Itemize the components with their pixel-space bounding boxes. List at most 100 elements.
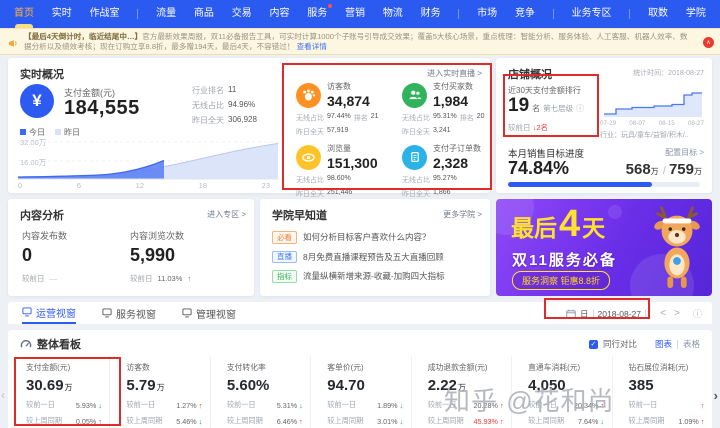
realtime-side-stats: 行业排名 11 无线占比 94.96% 昨日全天 306,928 (192, 85, 282, 130)
metric-meta: 无线占比 98.60% (296, 175, 351, 184)
toggle-chart-view[interactable]: 图表 (655, 338, 672, 350)
academy-list: 必看 如何分析目标客户喜欢什么内容？ 直播 8月免费直播课程预告及五大直播回顾 指标… (272, 231, 482, 290)
banner-subtitle: 双11服务必备 (512, 252, 617, 269)
metric-value: 34,874 (327, 93, 370, 109)
nav-item-products[interactable]: 商品 (194, 0, 214, 28)
academy-item[interactable]: 直播 8月免费直播课程预告及五大直播回顾 (272, 250, 482, 263)
rank-value: 19 (508, 95, 530, 116)
nav-item-finance[interactable]: 财务 (421, 0, 441, 28)
academy-more-link[interactable]: 更多学院 > (443, 209, 482, 220)
industry-label: 行业：玩具/童车/益智/积木/.. (600, 132, 689, 139)
metric-tile-pageviews[interactable]: 浏览量 151,300 无线占比 98.60% 昨日全天 251,446 (282, 136, 384, 198)
nav-item-service[interactable]: 服务 (307, 0, 333, 28)
realtime-area-chart (17, 138, 279, 180)
buyers-icon (402, 82, 427, 108)
content-views-metric: 内容浏览次数 5,990 较前日 11.03% ↑ (130, 231, 192, 283)
shop-level: 第七层级 (543, 104, 574, 113)
metric-name: 访客数 (327, 82, 351, 91)
nav-item-bizzone[interactable]: 业务专区 (572, 0, 612, 28)
metric-tile-buyers[interactable]: 支付买家数 1,984 无线占比 95.31% 排名 20 昨日全天 3,241 (388, 74, 490, 136)
tab-operations-view[interactable]: 运营视窗 (22, 302, 76, 324)
metric-name: 浏览量 (327, 144, 351, 153)
notice-detail-link[interactable]: 查看详情 (297, 42, 327, 51)
notice-bar: 【最后4天倒计时，临近结尾中…】官方最新效果周报，双11必备报告工具，可实时计算… (0, 28, 720, 55)
metric-tile-visitors[interactable]: 访客数 34,874 无线占比 97.44% 排名 21 昨日全天 57,919 (282, 74, 384, 136)
nav-item-home[interactable]: 首页 (14, 0, 34, 28)
metric-meta: 无线占比 95.31% 排名 20 (402, 113, 485, 122)
shop-overview-panel: 店铺概况 统计时间：2018-08-27 近30天支付金额排行 19 名 第七层… (496, 58, 712, 193)
banner-offer-pill: 服务洞察 钜惠8.8折 (512, 271, 611, 290)
date-info-icon[interactable]: ⓘ (693, 302, 702, 325)
nav-divider (629, 9, 631, 19)
nav-item-content[interactable]: 内容 (269, 0, 289, 28)
top-nav: 首页 实时 作战室 流量 商品 交易 内容 服务 营销 物流 财务 市场 竞争 … (0, 0, 720, 28)
metric-value: 151,300 (327, 155, 378, 171)
cards-scroll-right[interactable]: › (714, 388, 718, 403)
kpi-card-diamond-spend[interactable]: 钻石展位消耗(元) 385 较前一日 ↑ 较上周同期 1.09% ↑ (613, 356, 712, 428)
banner-headline: 最后 4 天 (511, 203, 606, 245)
panel-title: 店铺概况 (508, 69, 552, 81)
nav-item-logistics[interactable]: 物流 (383, 0, 403, 28)
nav-item-realtime[interactable]: 实时 (52, 0, 72, 28)
nav-item-marketing[interactable]: 营销 (345, 0, 365, 28)
toggle-table-view[interactable]: 表格 (683, 338, 700, 350)
promo-banner[interactable]: 最后 4 天 双11服务必备 服务洞察 钜惠8.8折 (496, 199, 712, 296)
realtime-overview-panel: 实时概况 进入实时直播 > ¥ 支付金额(元) 184,555 行业排名 11 无… (8, 58, 490, 198)
tag-metric: 指标 (272, 270, 297, 283)
academy-panel: 学院早知道 更多学院 > 必看 如何分析目标客户喜欢什么内容？ 直播 8月免费直播课… (260, 199, 490, 296)
tab-management-view[interactable]: 管理视窗 (182, 302, 236, 324)
realtime-metric-tiles: 访客数 34,874 无线占比 97.44% 排名 21 昨日全天 57,919 支付买… (282, 74, 490, 198)
date-next-button[interactable]: > (674, 302, 680, 325)
tag-live: 直播 (272, 250, 297, 263)
academy-item[interactable]: 必看 如何分析目标客户喜欢什么内容？ (272, 231, 482, 244)
nav-item-data[interactable]: 取数 (648, 0, 668, 28)
metric-name: 支付子订单数 (433, 144, 481, 153)
academy-item[interactable]: 指标 流量纵横新增来源-收藏-加购四大指标 (272, 270, 482, 283)
nav-item-academy[interactable]: 学院 (686, 0, 706, 28)
kpi-card-pay-amount[interactable]: 支付金额(元) 30.69万 较前一日 5.93% ↓ 较上周同期 0.05% ↑ (8, 356, 111, 428)
date-value[interactable]: 2018-08-27 (598, 309, 641, 319)
date-picker[interactable]: 日 2018-08-27 (566, 302, 646, 325)
kpi-card-visitors[interactable]: 访客数 5.79万 较前一日 1.27% ↑ 较上周同期 5.46% ↓ (110, 356, 211, 428)
date-prev-button[interactable]: < (660, 302, 666, 325)
rank-row: 19 名 第七层级 ⓘ (508, 95, 585, 116)
tag-must-read: 必看 (272, 231, 297, 244)
metric-meta: 昨日全天 1,866 (402, 189, 451, 198)
rank-chart-dates: 07-29 08-07 08-15 08-27 (600, 120, 704, 127)
metric-meta: 昨日全天 251,446 (296, 189, 353, 198)
notice-lead: 【最后4天倒计时，临近结尾中…】 (24, 32, 143, 41)
metric-tile-suborders[interactable]: 支付子订单数 2,328 无线占比 95.27% 昨日全天 1,866 (388, 136, 490, 198)
panel-title: 内容分析 (20, 210, 64, 222)
peer-compare-label[interactable]: 同行对比 (603, 338, 637, 350)
stat-row: 昨日全天 306,928 (192, 115, 257, 125)
notice-collapse-icon[interactable]: ∧ (703, 37, 714, 48)
notification-dot (328, 4, 333, 8)
monitor-icon (22, 307, 32, 317)
nav-item-traffic[interactable]: 流量 (156, 0, 176, 28)
sycm-dashboard: 首页 实时 作战室 流量 商品 交易 内容 服务 营销 物流 财务 市场 竞争 … (0, 0, 720, 428)
metric-meta: 无线占比 97.44% 排名 21 (296, 113, 379, 122)
goal-percent: 74.84% (508, 158, 570, 178)
kpi-card-conversion[interactable]: 支付转化率 5.60% 较前一日 5.31% ↓ 较上周同期 6.46% ↑ (211, 356, 312, 428)
nav-item-warroom[interactable]: 作战室 (90, 0, 120, 28)
currency-icon: ¥ (20, 84, 54, 118)
tab-service-view[interactable]: 服务视窗 (102, 302, 156, 324)
board-header: 整体看板 (20, 336, 81, 352)
content-zone-link[interactable]: 进入专区 > (207, 209, 246, 220)
content-publish-metric: 内容发布数 0 较前日 — (22, 231, 68, 283)
cards-scroll-left[interactable]: ‹ (1, 388, 5, 402)
dashboard-icon (20, 340, 32, 348)
nav-item-label: 服务 (307, 8, 328, 19)
monitor-icon (102, 308, 112, 318)
configure-goal-link[interactable]: 配置目标 > (665, 147, 704, 158)
kpi-card-avg-order[interactable]: 客单价(元) 94.70 较前一日 1.89% ↓ 较上周同期 3.01% ↓ (311, 356, 412, 428)
nav-item-market[interactable]: 市场 (477, 0, 497, 28)
date-mode[interactable]: 日 (580, 308, 589, 320)
info-icon[interactable]: ⓘ (576, 103, 584, 114)
nav-item-trade[interactable]: 交易 (232, 0, 252, 28)
monitor-icon (182, 308, 192, 318)
peer-compare-checkbox[interactable]: ✓ (588, 339, 598, 349)
nav-item-competition[interactable]: 竞争 (515, 0, 535, 28)
goal-numbers: 568万 / 759万 (625, 161, 702, 178)
metric-value: 1,984 (433, 93, 469, 109)
